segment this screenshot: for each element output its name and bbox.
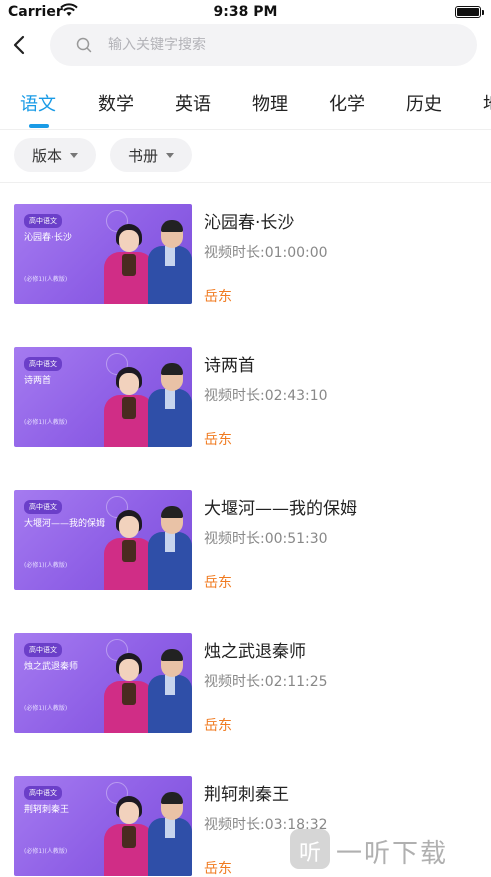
video-thumbnail[interactable]: 高中语文 烛之武退秦师 (必修1)(人教版) — [14, 633, 192, 733]
video-thumbnail[interactable]: 高中语文 诗两首 (必修1)(人教版) — [14, 347, 192, 447]
teacher-figure — [148, 649, 192, 733]
tab-chemistry[interactable]: 化学 — [329, 90, 365, 116]
thumbnail-title: 烛之武退秦师 — [24, 662, 79, 672]
video-thumbnail[interactable]: 高中语文 沁园春·长沙 (必修1)(人教版) — [14, 204, 192, 304]
thumbnail-badge: 高中语文 — [24, 500, 62, 514]
teacher-figure — [104, 367, 154, 447]
thumbnail-subtitle: (必修1)(人教版) — [24, 419, 68, 426]
video-author: 岳东 — [204, 718, 232, 734]
video-duration: 视频时长:01:00:00 — [204, 245, 328, 261]
watermark: 听 一听下载 — [290, 829, 485, 869]
teacher-figure — [104, 510, 154, 590]
video-item[interactable]: 高中语文 诗两首 (必修1)(人教版) 诗两首 视频时长:02:43:10 岳东 — [0, 347, 491, 487]
video-item[interactable]: 高中语文 烛之武退秦师 (必修1)(人教版) 烛之武退秦师 视频时长:02:11… — [0, 633, 491, 773]
video-item[interactable]: 高中语文 沁园春·长沙 (必修1)(人教版) 沁园春·长沙 视频时长:01:00… — [0, 204, 491, 344]
video-title: 大堰河——我的保姆 — [204, 499, 357, 519]
search-icon — [76, 37, 92, 53]
thumbnail-title: 诗两首 — [24, 376, 52, 386]
subject-tabs: 语文 数学 英语 物理 化学 历史 地 — [0, 78, 491, 130]
video-author: 岳东 — [204, 432, 232, 448]
divider — [0, 129, 491, 130]
clock: 9:38 PM — [213, 4, 278, 20]
thumbnail-badge: 高中语文 — [24, 214, 62, 228]
search-bar[interactable] — [50, 24, 477, 66]
teacher-figure — [148, 363, 192, 447]
thumbnail-badge: 高中语文 — [24, 786, 62, 800]
video-author: 岳东 — [204, 575, 232, 591]
back-arrow-icon[interactable] — [8, 32, 32, 58]
tab-math[interactable]: 数学 — [98, 90, 134, 116]
active-tab-indicator — [29, 124, 49, 128]
tab-physics[interactable]: 物理 — [252, 90, 288, 116]
video-duration: 视频时长:02:11:25 — [204, 674, 328, 690]
teacher-figure — [148, 220, 192, 304]
teacher-figure — [148, 792, 192, 876]
video-thumbnail[interactable]: 高中语文 大堰河——我的保姆 (必修1)(人教版) — [14, 490, 192, 590]
watermark-text: 一听下载 — [336, 839, 449, 869]
divider — [0, 182, 491, 183]
watermark-logo-icon: 听 — [290, 829, 330, 869]
thumbnail-title: 大堰河——我的保姆 — [24, 519, 106, 529]
video-item[interactable]: 高中语文 大堰河——我的保姆 (必修1)(人教版) 大堰河——我的保姆 视频时长… — [0, 490, 491, 630]
teacher-figure — [148, 506, 192, 590]
video-thumbnail[interactable]: 高中语文 荆轲刺秦王 (必修1)(人教版) — [14, 776, 192, 876]
video-title: 烛之武退秦师 — [204, 642, 306, 662]
caret-down-icon — [166, 153, 174, 158]
version-filter-label: 版本 — [32, 147, 63, 165]
video-title: 诗两首 — [204, 356, 255, 376]
battery-icon — [455, 6, 484, 18]
teacher-figure — [104, 653, 154, 733]
thumbnail-subtitle: (必修1)(人教版) — [24, 562, 68, 569]
thumbnail-title: 沁园春·长沙 — [24, 233, 72, 243]
teacher-figure — [104, 224, 154, 304]
version-filter[interactable]: 版本 — [14, 138, 96, 172]
video-duration: 视频时长:00:51:30 — [204, 531, 328, 547]
caret-down-icon — [70, 153, 78, 158]
volume-filter-label: 书册 — [128, 147, 159, 165]
teacher-figure — [104, 796, 154, 876]
video-title: 荆轲刺秦王 — [204, 785, 289, 805]
video-author: 岳东 — [204, 289, 232, 305]
status-bar: Carrier 9:38 PM — [0, 0, 491, 26]
tab-chinese[interactable]: 语文 — [20, 90, 56, 116]
thumbnail-title: 荆轲刺秦王 — [24, 805, 70, 815]
thumbnail-badge: 高中语文 — [24, 643, 62, 657]
volume-filter[interactable]: 书册 — [110, 138, 192, 172]
thumbnail-subtitle: (必修1)(人教版) — [24, 705, 68, 712]
tab-english[interactable]: 英语 — [175, 90, 211, 116]
video-duration: 视频时长:02:43:10 — [204, 388, 328, 404]
thumbnail-subtitle: (必修1)(人教版) — [24, 848, 68, 855]
thumbnail-subtitle: (必修1)(人教版) — [24, 276, 68, 283]
tab-history[interactable]: 历史 — [406, 90, 442, 116]
search-input[interactable] — [108, 24, 458, 66]
video-author: 岳东 — [204, 861, 232, 877]
tab-geography[interactable]: 地 — [483, 90, 491, 116]
thumbnail-badge: 高中语文 — [24, 357, 62, 371]
video-title: 沁园春·长沙 — [204, 213, 295, 233]
